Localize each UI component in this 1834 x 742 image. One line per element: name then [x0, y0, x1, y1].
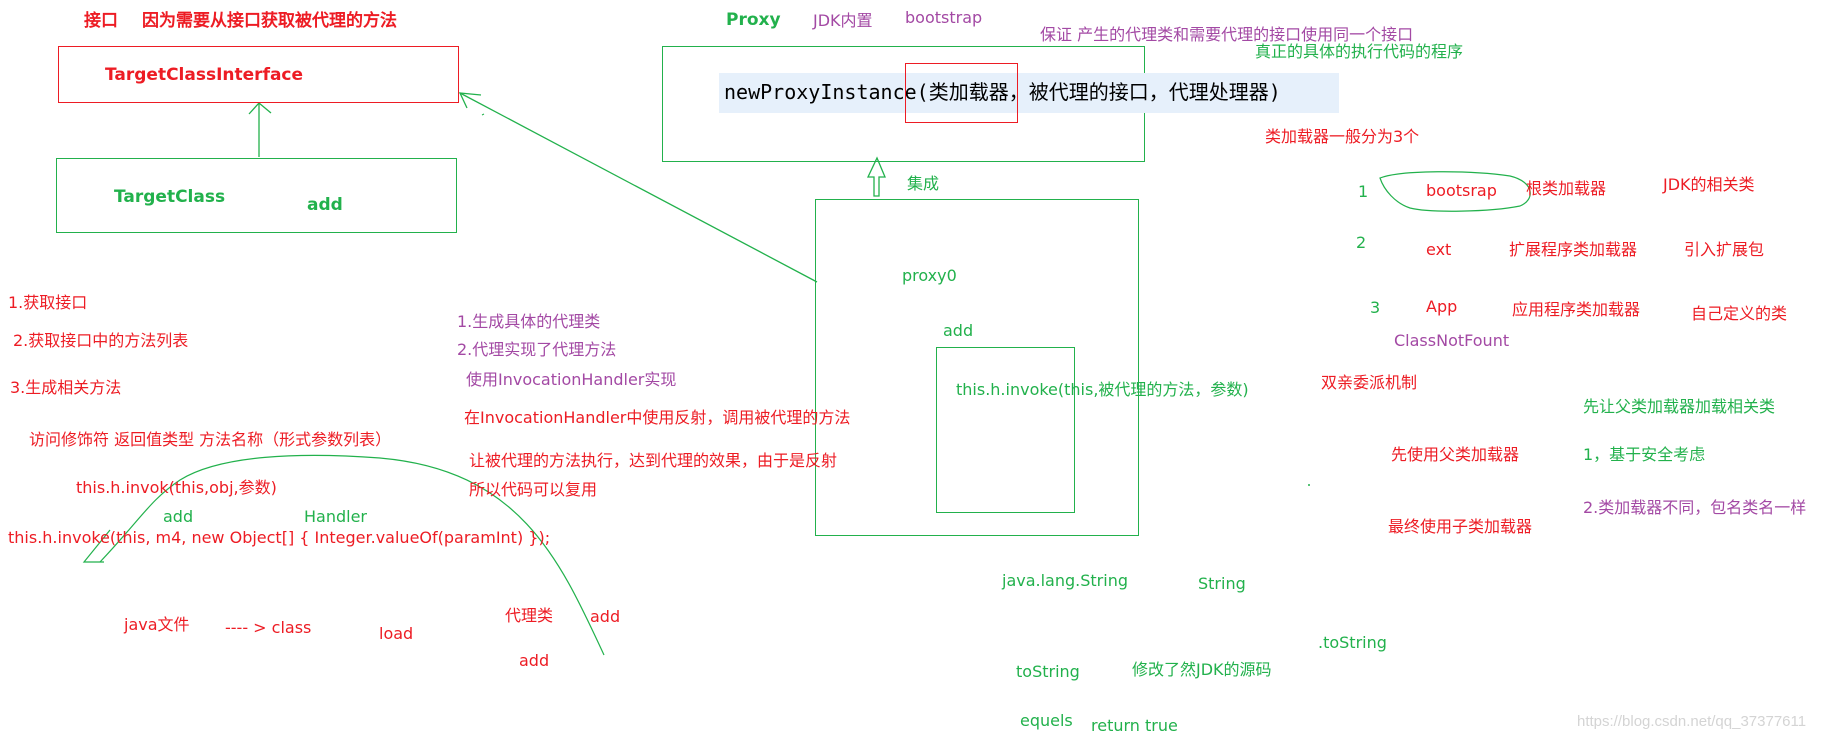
proxy-class-label: 代理类: [505, 606, 554, 625]
target-class-box: TargetClass add: [56, 158, 457, 233]
interface-heading-label: 接口: [84, 11, 118, 31]
loader-2-scope: 引入扩展包: [1684, 240, 1765, 259]
string-label: String: [1198, 574, 1246, 593]
class-not-found-label: ClassNotFount: [1394, 331, 1510, 350]
use-child-label: 最终使用子类加载器: [1388, 517, 1533, 536]
invoke-full-call: this.h.invoke(this, m4, new Object[] { I…: [8, 528, 551, 547]
equels-label: equels: [1020, 711, 1073, 730]
implements-arrowhead: [458, 92, 482, 109]
add-right-label: add: [590, 607, 621, 626]
step-2: 2.获取接口中的方法列表: [13, 331, 189, 350]
interface-box: TargetClassInterface: [58, 46, 459, 103]
interface-heading-reason: 因为需要从接口获取被代理的方法: [142, 11, 397, 31]
target-class-name: TargetClass: [114, 187, 226, 207]
note-gen-class: 1.生成具体的代理类: [457, 312, 601, 331]
add-annotation: add: [163, 507, 194, 526]
handler-annotation: Handler: [304, 507, 367, 526]
classloader-callout-box: [905, 63, 1018, 123]
jdk-builtin-label: JDK内置: [813, 11, 873, 30]
add-method-box: [936, 347, 1075, 513]
reason-same-name: 2.类加载器不同，包名类名一样: [1583, 498, 1807, 517]
classloader-summary: 类加载器一般分为3个: [1265, 127, 1420, 146]
proxy0-method: add: [943, 321, 974, 340]
bootstrap-label: bootstrap: [905, 8, 983, 27]
inherit-label: 集成: [907, 174, 940, 193]
inherit-hollow-arrow: [866, 156, 886, 197]
inherit-arrowhead: [248, 102, 272, 115]
real-code-note: 真正的具体的执行代码的程序: [1255, 42, 1464, 61]
loader-2-name: ext: [1426, 240, 1452, 259]
java-lang-string: java.lang.String: [1002, 571, 1128, 590]
loader-1-scope: JDK的相关类: [1663, 175, 1755, 194]
loader-1-name: bootsrap: [1426, 181, 1497, 200]
use-parent-label: 先使用父类加载器: [1391, 445, 1520, 464]
return-true-label: return true: [1091, 716, 1178, 735]
loader-3-desc: 应用程序类加载器: [1512, 300, 1641, 319]
note-reflection: 在InvocationHandler中使用反射，调用被代理的方法: [464, 408, 851, 427]
stray-mark: [481, 113, 485, 116]
modified-jdk-label: 修改了然JDK的源码: [1132, 660, 1272, 679]
interface-name: TargetClassInterface: [105, 65, 304, 85]
loader-1-desc: 根类加载器: [1526, 179, 1607, 198]
java-file-label: java文件: [124, 615, 190, 634]
delegation-label: 双亲委派机制: [1321, 373, 1418, 392]
target-class-method: add: [307, 195, 343, 215]
reason-security: 1，基于安全考虑: [1583, 445, 1706, 464]
note-use-handler: 使用InvocationHandler实现: [466, 370, 677, 389]
add-below-label: add: [519, 651, 550, 670]
loader-3-scope: 自己定义的类: [1691, 304, 1788, 323]
to-string-label: toString: [1016, 662, 1080, 681]
parent-first-note: 先让父类加载器加载相关类: [1583, 397, 1776, 416]
step-1: 1.获取接口: [8, 293, 88, 312]
dot-to-string: .toString: [1318, 633, 1387, 652]
stray-dot: [1308, 484, 1310, 486]
proxy-title: Proxy: [726, 10, 781, 30]
loader-2-desc: 扩展程序类加载器: [1509, 240, 1638, 259]
note-effect-line1: 让被代理的方法执行，达到代理的效果，由于是反射: [469, 451, 838, 470]
note-impl-method: 2.代理实现了代理方法: [457, 340, 617, 359]
method-signature: 访问修饰符 返回值类型 方法名称（形式参数列表）: [29, 430, 392, 449]
loader-3-num: 3: [1370, 298, 1381, 317]
loader-1-num: 1: [1358, 182, 1369, 201]
step-3: 3.生成相关方法: [10, 378, 122, 397]
loader-3-name: App: [1426, 297, 1458, 316]
method-name: newProxyInstance: [724, 80, 917, 104]
to-class-label: ---- > class: [225, 618, 312, 637]
invok-call: this.h.invok(this,obj,参数): [76, 478, 277, 497]
proxy0-name: proxy0: [902, 266, 957, 285]
watermark: https://blog.csdn.net/qq_37377611: [1577, 713, 1807, 730]
proxy-invoke-call: this.h.invoke(this,被代理的方法，参数): [956, 380, 1249, 399]
load-label: load: [379, 624, 414, 643]
loader-2-num: 2: [1356, 233, 1367, 252]
note-effect-line2: 所以代码可以复用: [469, 480, 598, 499]
